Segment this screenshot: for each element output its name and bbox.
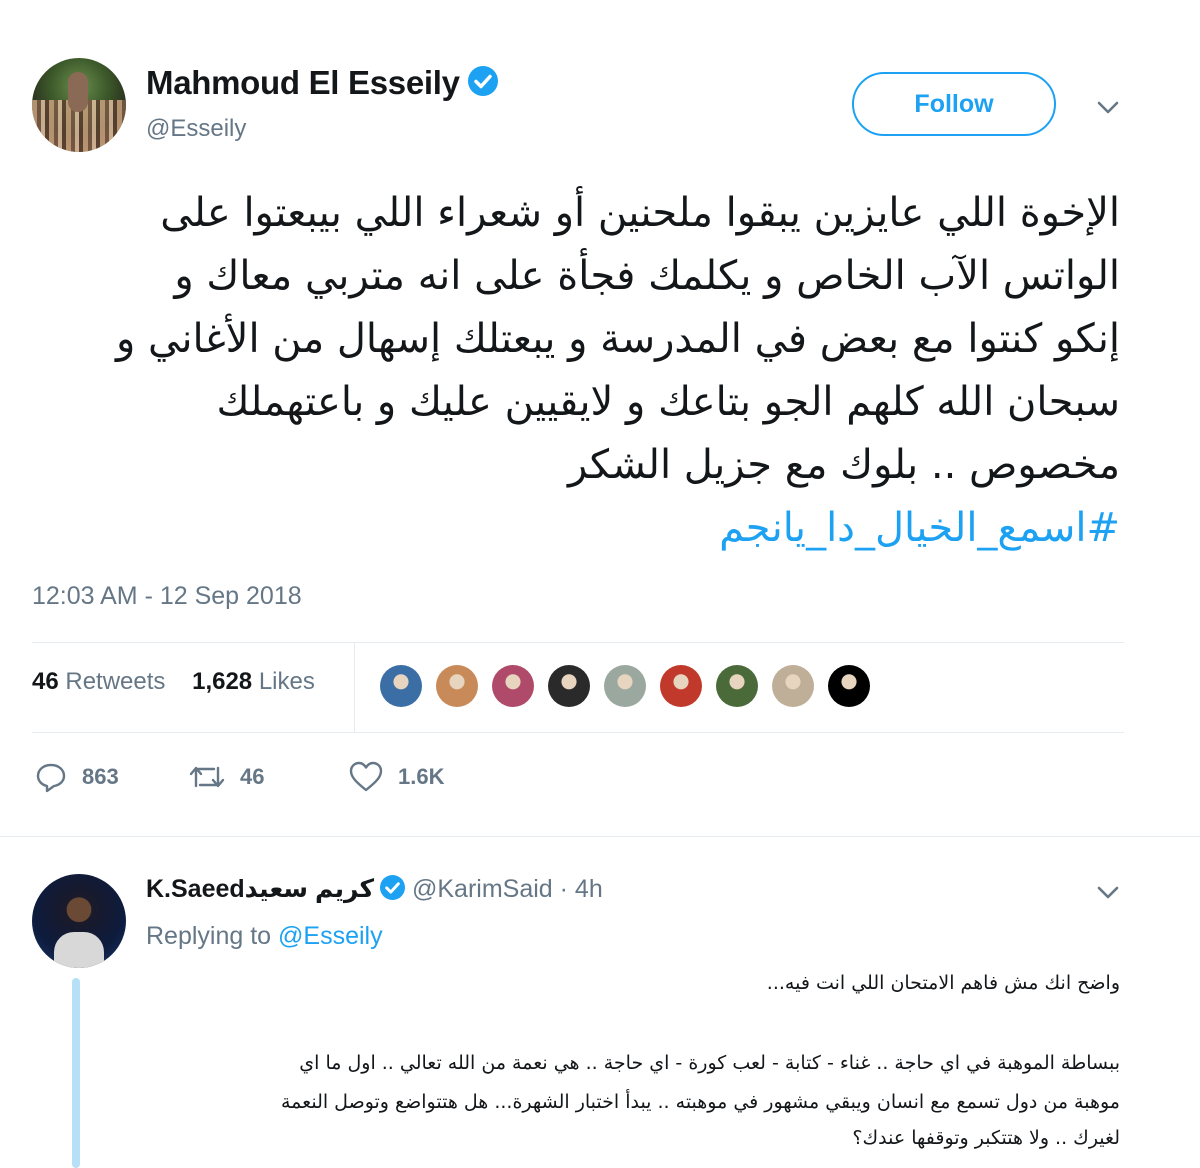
tweet-text: الإخوة اللي عايزين يبقوا ملحنين أو شعراء… [30,182,1120,560]
retweets-label: Retweets [65,668,166,695]
reply-action[interactable]: 863 [34,760,119,794]
tweet-text-line: مخصوص .. بلوك مع جزيل الشكر [567,442,1120,488]
liker-avatar[interactable] [772,665,814,707]
reply-time[interactable]: · 4h [560,875,603,903]
author-name[interactable]: Mahmoud El Esseily [146,64,460,101]
liker-avatar[interactable] [436,665,478,707]
liker-avatar[interactable] [660,665,702,707]
divider [0,836,1200,837]
reply-text-line: لغيرك .. ولا هتتكبر وتوقفها عندك؟ [852,1127,1120,1149]
chevron-down-icon[interactable] [1093,92,1123,122]
replying-to: Replying to @Esseily [146,922,383,951]
replying-to-handle-link[interactable]: @Esseily [278,922,383,950]
reply-author-avatar[interactable] [32,874,126,968]
tweet-stats: 46 Retweets 1,628 Likes [32,668,315,696]
divider [32,732,1124,733]
author-handle[interactable]: @Esseily [146,115,246,143]
reply-author-row: K.Saeedكريم سعيد @KarimSaid · 4h [146,874,603,904]
follow-button[interactable]: Follow [852,72,1056,136]
liker-avatar[interactable] [548,665,590,707]
heart-icon [349,761,383,792]
like-count: 1.6K [398,764,445,789]
retweet-icon [189,766,225,788]
retweet-action[interactable]: 46 [188,760,264,794]
reply-text-line: واضح انك مش فاهم الامتحان اللي انت فيه..… [766,972,1120,994]
verified-badge-icon [380,874,406,900]
hashtag-link[interactable]: #اسمع_الخيال_دا_يانجم [30,497,1120,560]
liker-avatar[interactable] [828,665,870,707]
reply-text-line: موهبة من دول تسمع مع انسان ويبقي مشهور ف… [281,1091,1120,1113]
likes-count: 1,628 [192,668,253,695]
reply-text-line: ببساطة الموهبة في اي حاجة .. غناء - كتاب… [299,1052,1120,1074]
retweets-stat[interactable]: 46 Retweets [32,668,165,695]
tweet-text-line: إنكو كنتوا مع بعض في المدرسة و يبعتلك إس… [116,316,1120,362]
thread-line [72,978,80,1168]
liker-avatar[interactable] [716,665,758,707]
like-action[interactable]: 1.6K [348,760,444,794]
reply-author-handle[interactable]: @KarimSaid [412,875,553,903]
author-avatar[interactable] [32,58,126,152]
author-name-row[interactable]: Mahmoud El Esseily [146,64,498,102]
tweet-timestamp[interactable]: 12:03 AM - 12 Sep 2018 [32,582,302,611]
chevron-down-icon[interactable] [1093,877,1123,907]
liker-avatar[interactable] [492,665,534,707]
verified-badge-icon [467,66,498,97]
liker-avatar[interactable] [604,665,646,707]
tweet-text-line: الواتس الآب الخاص و يكلمك فجأة على انه م… [174,253,1120,299]
tweet-text-line: سبحان الله كلهم الجو بتاعك و لايقيين علي… [216,379,1120,425]
reply-author-name[interactable]: K.Saeedكريم سعيد [146,875,374,903]
likes-label: Likes [258,668,315,695]
tweet-text-line: الإخوة اللي عايزين يبقوا ملحنين أو شعراء… [160,190,1120,236]
retweet-count: 46 [240,764,265,789]
reply-count: 863 [82,764,119,789]
stats-divider [354,642,355,732]
divider [32,642,1124,643]
reply-icon [36,763,66,793]
replying-to-label: Replying to [146,922,279,950]
likes-stat[interactable]: 1,628 Likes [192,668,315,695]
liker-avatar[interactable] [380,665,422,707]
retweets-count: 46 [32,668,59,695]
